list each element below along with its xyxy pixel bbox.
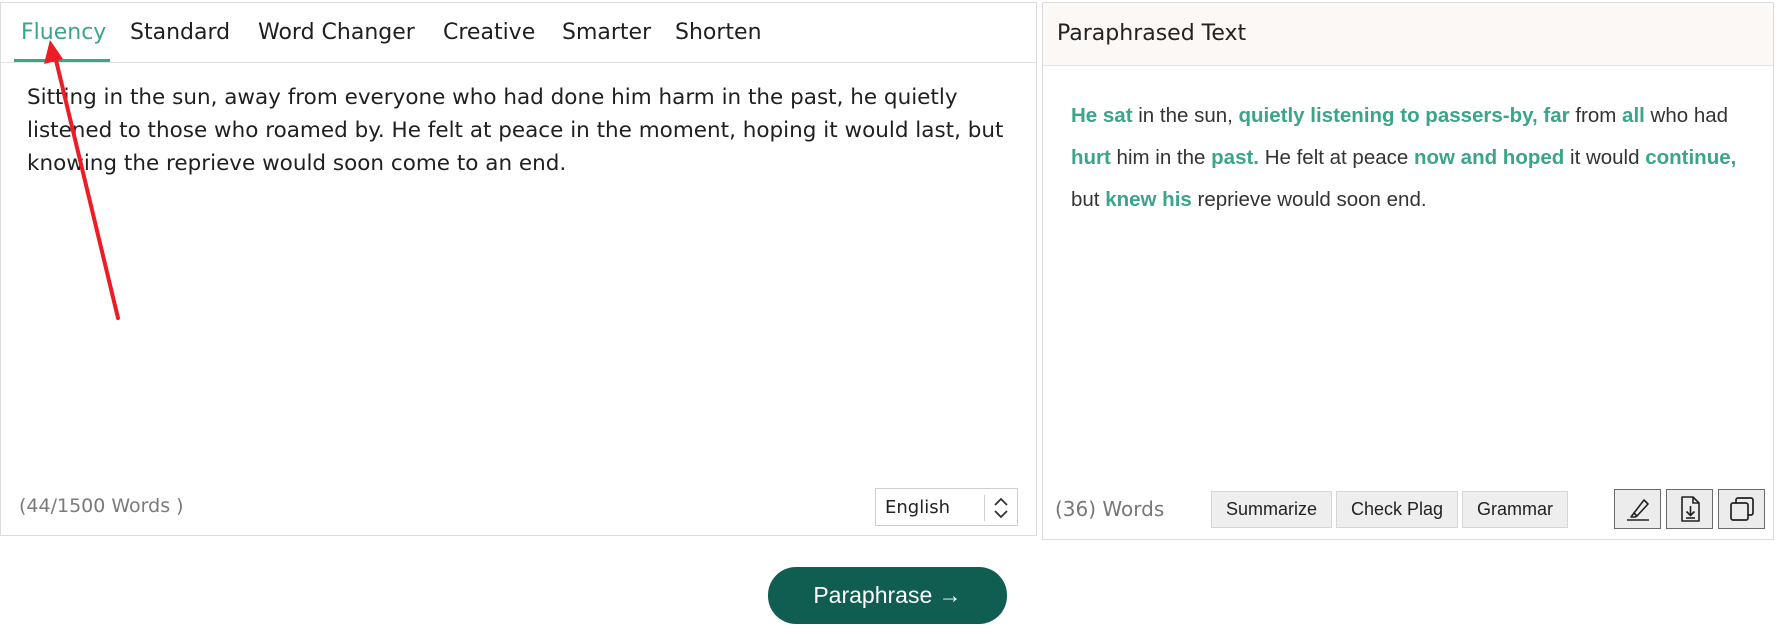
copy-icon <box>1730 497 1754 521</box>
download-icon <box>1681 496 1700 522</box>
changed-phrase: quietly listening to passers-by, far <box>1238 104 1570 127</box>
unchanged-text: He felt at peace <box>1259 146 1414 169</box>
changed-phrase: hurt <box>1071 146 1111 169</box>
unchanged-text: who had <box>1644 104 1729 127</box>
output-header: Paraphrased Text <box>1043 3 1773 66</box>
tab-creative[interactable]: Creative <box>443 3 535 63</box>
output-title: Paraphrased Text <box>1057 21 1247 46</box>
summarize-button[interactable]: Summarize <box>1211 491 1333 528</box>
select-divider <box>984 495 985 521</box>
input-panel: Fluency Standard Word Changer Creative S… <box>0 2 1037 536</box>
tab-standard[interactable]: Standard <box>130 3 230 63</box>
output-word-count: (36) Words <box>1055 497 1165 521</box>
grammar-button[interactable]: Grammar <box>1462 491 1568 528</box>
language-select[interactable]: English <box>875 488 1018 526</box>
mode-tabs: Fluency Standard Word Changer Creative S… <box>1 3 1036 63</box>
unchanged-text: from <box>1569 104 1623 127</box>
changed-phrase: now and hoped <box>1413 146 1565 169</box>
changed-phrase: knew his <box>1105 188 1192 211</box>
changed-phrase: all <box>1622 104 1645 127</box>
active-tab-indicator <box>14 59 110 62</box>
unchanged-text: reprieve would soon end. <box>1191 188 1427 211</box>
unchanged-text: it would <box>1564 146 1646 169</box>
language-value: English <box>885 497 950 518</box>
changed-phrase: He sat <box>1071 104 1133 127</box>
download-button[interactable] <box>1666 489 1713 529</box>
unchanged-text: but <box>1071 188 1106 211</box>
changed-phrase: continue, <box>1645 146 1737 169</box>
chevron-up-down-icon <box>994 497 1008 519</box>
paraphrased-text: He sat in the sun, quietly listening to … <box>1071 95 1761 221</box>
copy-button[interactable] <box>1718 489 1765 529</box>
highlighter-button[interactable] <box>1614 489 1661 529</box>
tab-shorten[interactable]: Shorten <box>675 3 762 63</box>
tab-fluency[interactable]: Fluency <box>21 3 106 63</box>
output-panel: Paraphrased Text He sat in the sun, quie… <box>1042 2 1774 540</box>
unchanged-text: in the sun, <box>1132 104 1239 127</box>
check-plag-button[interactable]: Check Plag <box>1336 491 1459 528</box>
tab-smarter[interactable]: Smarter <box>562 3 651 63</box>
input-text-area[interactable]: Sitting in the sun, away from everyone w… <box>27 81 1007 180</box>
tab-word-changer[interactable]: Word Changer <box>258 3 415 63</box>
highlighter-icon <box>1627 499 1649 521</box>
input-word-count: (44/1500 Words ) <box>19 495 184 517</box>
paraphrase-button[interactable]: Paraphrase → <box>768 567 1007 624</box>
changed-phrase: past. <box>1211 146 1259 169</box>
unchanged-text: him in the <box>1110 146 1212 169</box>
